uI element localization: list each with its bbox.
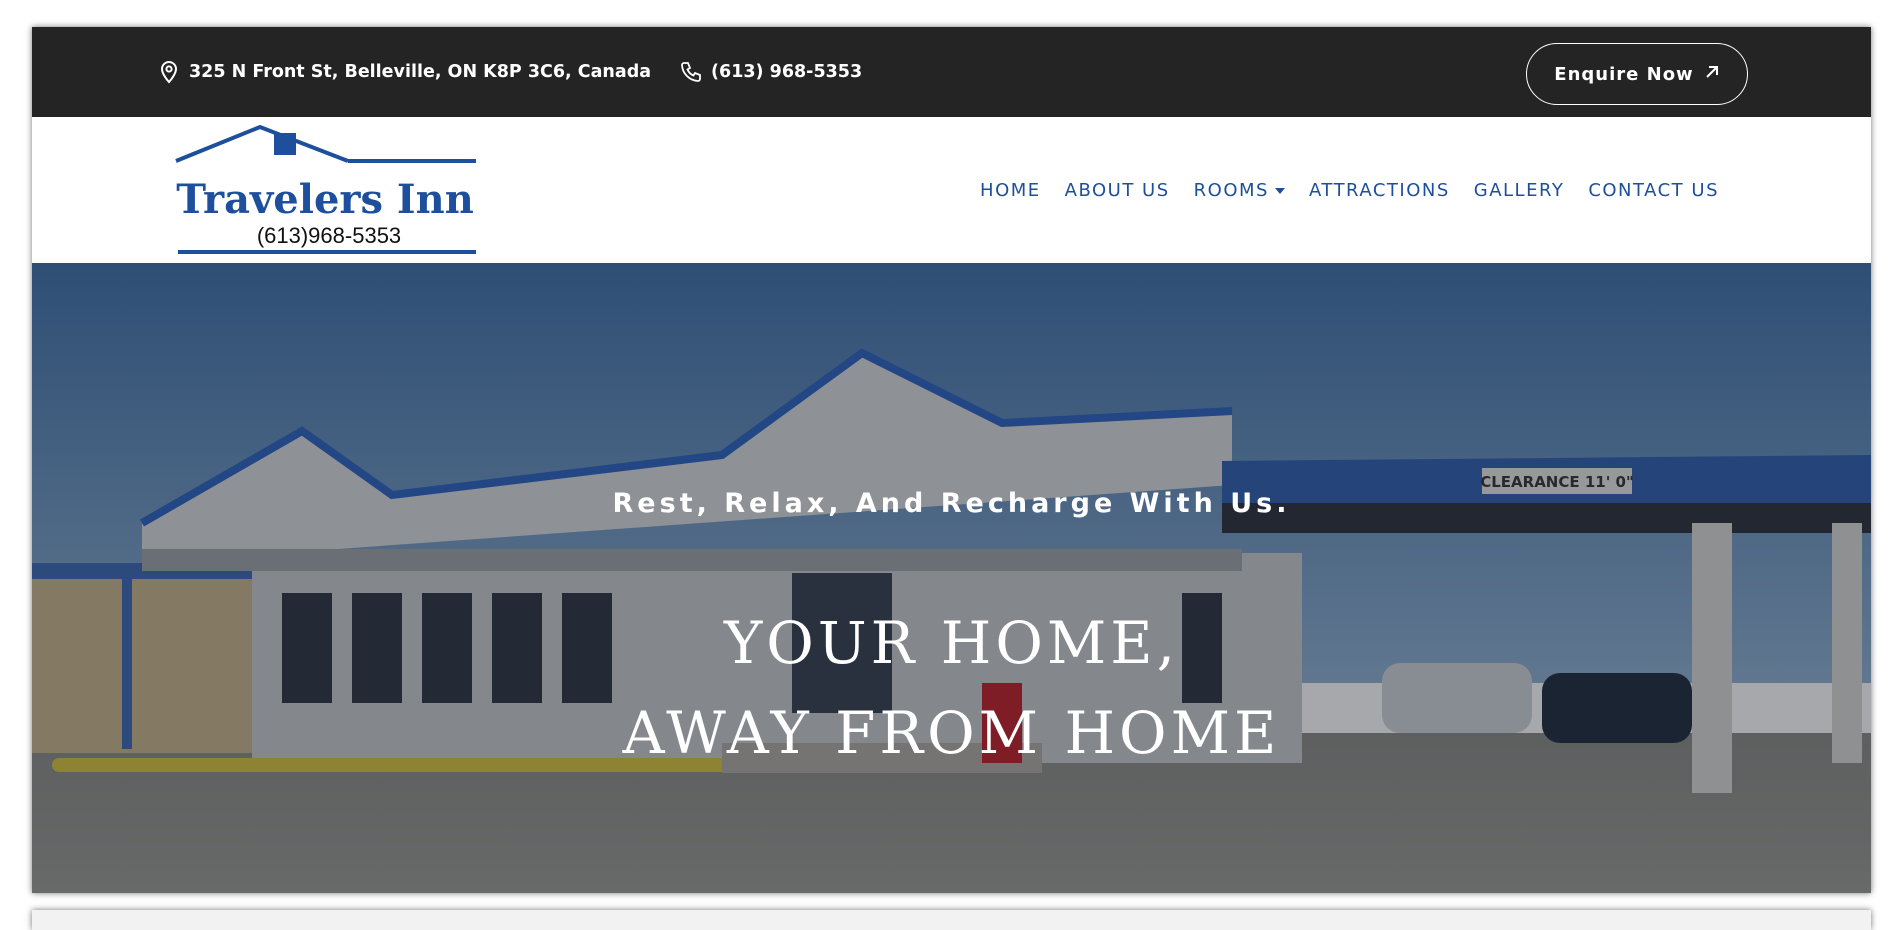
hero-headline-line1: YOUR HOME, [723, 609, 1180, 677]
hero-headline: YOUR HOME, AWAY FROM HOME [32, 598, 1871, 778]
nav-rooms[interactable]: ROOMS [1194, 180, 1285, 201]
travelers-inn-logo[interactable]: Travelers Inn (613)968-5353 [172, 124, 478, 255]
nav-rooms-label: ROOMS [1193, 179, 1269, 201]
top-info-bar: 325 N Front St, Belleville, ON K8P 3C6, … [32, 27, 1871, 117]
hero-overlay [32, 263, 1871, 893]
next-section-edge [32, 910, 1871, 930]
site-header: Travelers Inn (613)968-5353 HOME ABOUT U… [32, 117, 1871, 263]
contact-info: 325 N Front St, Belleville, ON K8P 3C6, … [157, 27, 862, 117]
enquire-now-label: Enquire Now [1554, 63, 1694, 85]
hero-banner: CLEARANCE 11' 0" Rest, Relax, And Rechar… [32, 263, 1871, 893]
nav-gallery[interactable]: GALLERY [1474, 180, 1565, 201]
logo-name: Travelers Inn [176, 176, 474, 223]
arrow-up-right-icon [1704, 64, 1720, 85]
main-nav: HOME ABOUT US ROOMS ATTRACTIONS GALLERY … [980, 117, 1719, 263]
hero-headline-line2: AWAY FROM HOME [622, 699, 1281, 767]
nav-home[interactable]: HOME [980, 180, 1041, 201]
address-text: 325 N Front St, Belleville, ON K8P 3C6, … [189, 62, 652, 82]
phone-link[interactable]: (613) 968-5353 [711, 62, 862, 82]
logo-phone: (613)968-5353 [257, 223, 401, 248]
nav-about-us[interactable]: ABOUT US [1065, 180, 1170, 201]
nav-attractions[interactable]: ATTRACTIONS [1309, 180, 1450, 201]
nav-contact-us[interactable]: CONTACT US [1588, 180, 1719, 201]
page-frame: 325 N Front St, Belleville, ON K8P 3C6, … [32, 27, 1871, 893]
phone-icon [679, 60, 703, 84]
map-pin-icon [157, 60, 181, 84]
hero-tagline: Rest, Relax, And Recharge With Us. [612, 488, 1291, 519]
chevron-down-icon [1274, 188, 1285, 194]
enquire-now-button[interactable]: Enquire Now [1526, 43, 1748, 105]
